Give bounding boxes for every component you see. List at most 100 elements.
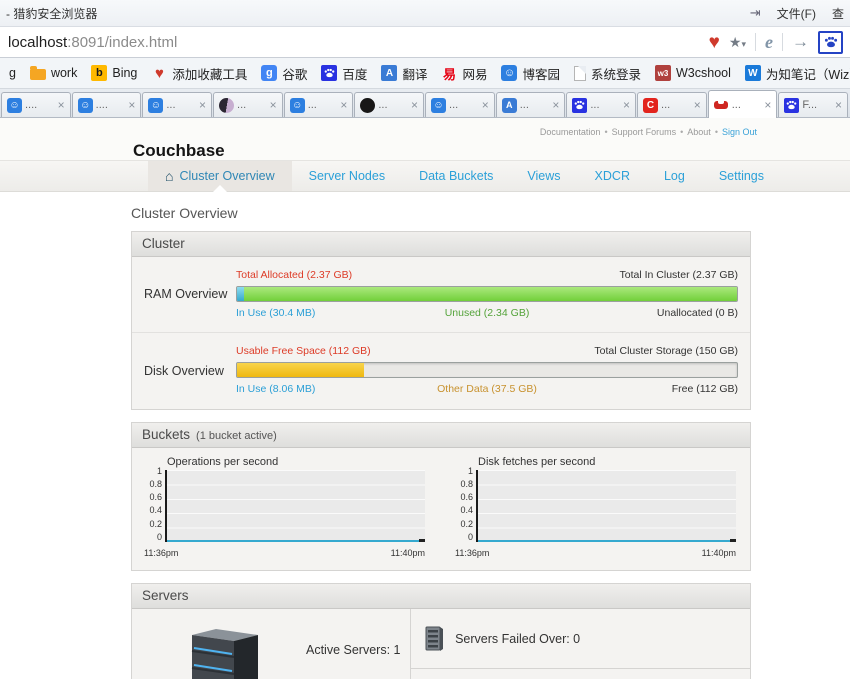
url-host: localhost xyxy=(8,33,68,51)
translate-icon: A xyxy=(501,97,517,113)
disk-usable-free-space: Usable Free Space (112 GB) xyxy=(236,345,371,358)
disk-fetches-per-second-chart: Disk fetches per second 1 0.8 0.6 0.4 0.… xyxy=(455,455,736,558)
x-axis-labels: 11:36pm 11:40pm xyxy=(144,547,425,558)
home-icon: ⌂ xyxy=(165,168,174,184)
nav-data-buckets[interactable]: Data Buckets xyxy=(402,161,510,191)
main-nav: ⌂ Cluster Overview Server Nodes Data Buck… xyxy=(0,160,850,192)
bookmark-item-cnblogs[interactable]: ☺ 博客园 xyxy=(494,62,567,85)
operations-per-second-chart: Operations per second 1 0.8 0.6 0.4 0.2 … xyxy=(144,455,425,558)
star-dropdown-icon[interactable]: ▾ xyxy=(741,39,746,49)
menu-file[interactable]: 文件(F) xyxy=(777,5,816,22)
disk-usage-bar xyxy=(236,362,738,379)
cnblogs-icon: ☺ xyxy=(77,97,93,113)
tab-close-icon[interactable]: × xyxy=(623,98,630,112)
window-titlebar: - 猎豹安全浏览器 ⇥ 文件(F) 查 xyxy=(0,0,850,27)
nav-cluster-overview[interactable]: ⌂ Cluster Overview xyxy=(148,161,292,191)
bookmarks-bar: g work b Bing ♥ 添加收藏工具 g 谷歌 百度 A 翻译 易网易 ☺ 博客园… xyxy=(0,58,850,89)
tab-close-icon[interactable]: × xyxy=(482,98,489,112)
tab-close-icon[interactable]: × xyxy=(552,98,559,112)
cnblogs-icon: ☺ xyxy=(289,97,305,113)
header-links: Documentation • Support Forums • About • Sign … xyxy=(539,127,757,137)
latest-value-marker xyxy=(419,538,425,542)
ram-overview-label: RAM Overview xyxy=(144,287,228,302)
bookmark-item-netease[interactable]: 易网易 xyxy=(434,62,494,85)
bookmark-item-favorites-tool[interactable]: ♥ 添加收藏工具 xyxy=(144,62,254,85)
nav-server-nodes[interactable]: Server Nodes xyxy=(292,161,402,191)
active-servers-block: Active Servers: 1 xyxy=(132,609,410,679)
browser-tab[interactable]: C... × xyxy=(637,92,707,117)
bookmark-item-w3cschool[interactable]: w3 W3cshool xyxy=(648,63,738,83)
bookmark-item-baidu[interactable]: 百度 xyxy=(314,62,374,85)
nav-settings[interactable]: Settings xyxy=(702,161,781,191)
buckets-active-count: (1 bucket active) xyxy=(196,429,277,442)
bookmark-item-partial[interactable]: g xyxy=(2,64,23,82)
browser-tab[interactable]: ☺... × xyxy=(283,92,354,117)
bookmark-star-button[interactable]: ★▾ xyxy=(729,34,746,51)
bookmark-item-translate[interactable]: A 翻译 xyxy=(374,62,434,85)
zero-value-line xyxy=(167,539,425,542)
tab-close-icon[interactable]: × xyxy=(340,98,347,112)
ram-overview-row: RAM Overview Total Allocated (2.37 GB) T… xyxy=(132,257,750,332)
disk-total-cluster-storage: Total Cluster Storage (150 GB) xyxy=(594,345,738,358)
disk-overview-row: Disk Overview Usable Free Space (112 GB)… xyxy=(132,332,750,408)
cnblogs-icon: ☺ xyxy=(431,97,447,113)
browser-tab[interactable]: ... × xyxy=(566,92,637,117)
tab-close-icon[interactable]: × xyxy=(694,98,701,112)
bookmark-item-wiz[interactable]: W为知笔记（Wiz）网... xyxy=(738,62,850,85)
cluster-panel-header: Cluster xyxy=(132,232,750,257)
link-documentation[interactable]: Documentation xyxy=(540,127,601,137)
browser-tab[interactable]: F... × xyxy=(778,92,849,117)
couchbase-header: Couchbase Documentation • Support Forums • A… xyxy=(0,118,850,160)
browser-tab-active-couchbase[interactable]: ... × xyxy=(707,90,778,118)
bookmark-item-work[interactable]: work xyxy=(23,64,84,82)
ram-usage-bar xyxy=(236,285,738,302)
favorite-heart-icon[interactable]: ♥ xyxy=(709,33,720,52)
servers-panel-header: Servers xyxy=(132,583,750,609)
tab-close-icon[interactable]: × xyxy=(835,98,842,112)
server-tower-icon xyxy=(191,628,258,679)
google-icon: g xyxy=(261,65,278,81)
browser-tab[interactable]: ☺... × xyxy=(142,92,213,117)
browser-tab[interactable]: ... × xyxy=(213,92,283,117)
nav-log[interactable]: Log xyxy=(647,161,702,191)
heart-icon: ♥ xyxy=(154,64,164,82)
bookmark-item-google[interactable]: g 谷歌 xyxy=(254,62,314,85)
ram-in-use: In Use (30.4 MB) xyxy=(236,306,316,319)
cluster-panel: Cluster RAM Overview Total Allocated (2.… xyxy=(131,231,751,410)
window-title: - 猎豹安全浏览器 xyxy=(6,6,98,21)
browser-tab[interactable]: ☺... × xyxy=(425,92,495,117)
address-bar: localhost:8091/index.html ♥ ★▾ e → xyxy=(0,27,850,58)
browser-tab[interactable]: A... × xyxy=(495,92,566,117)
tab-close-icon[interactable]: × xyxy=(199,98,206,112)
tab-close-icon[interactable]: × xyxy=(764,98,771,112)
pin-sidebar-icon[interactable]: ⇥ xyxy=(750,5,761,21)
go-arrow-button[interactable]: → xyxy=(792,32,809,52)
url-input[interactable]: localhost:8091/index.html xyxy=(0,27,701,57)
link-about[interactable]: About xyxy=(687,127,711,137)
link-support-forums[interactable]: Support Forums xyxy=(612,127,677,137)
tab-close-icon[interactable]: × xyxy=(270,98,277,112)
ie-mode-icon[interactable]: e xyxy=(765,32,773,53)
bookmark-item-system-login[interactable]: 系统登录 xyxy=(567,62,648,85)
nav-views[interactable]: Views xyxy=(510,161,577,191)
link-sign-out[interactable]: Sign Out xyxy=(722,127,757,137)
couchbase-logo: Couchbase xyxy=(133,123,225,161)
brand-name: Couchbase xyxy=(133,141,225,160)
baidu-extension-button[interactable] xyxy=(818,30,843,54)
x-axis-labels: 11:36pm 11:40pm xyxy=(455,547,736,558)
menu-view-partial[interactable]: 查 xyxy=(832,5,844,22)
tab-close-icon[interactable]: × xyxy=(128,98,135,112)
url-path: :8091/index.html xyxy=(67,33,178,51)
browser-tab[interactable]: ☺.... × xyxy=(1,92,71,117)
tab-close-icon[interactable]: × xyxy=(58,98,65,112)
page-icon xyxy=(573,65,586,81)
page-title: Cluster Overview xyxy=(131,205,238,221)
browser-tab[interactable]: ☺.... × xyxy=(71,92,142,117)
ram-bar-unused-segment xyxy=(243,286,737,301)
couchbase-icon xyxy=(713,97,729,112)
baidu-paw-icon xyxy=(572,97,588,113)
browser-tab[interactable]: ... × xyxy=(354,92,425,117)
bookmark-item-bing[interactable]: b Bing xyxy=(84,63,144,83)
tab-close-icon[interactable]: × xyxy=(411,98,418,112)
nav-xdcr[interactable]: XDCR xyxy=(578,161,647,191)
